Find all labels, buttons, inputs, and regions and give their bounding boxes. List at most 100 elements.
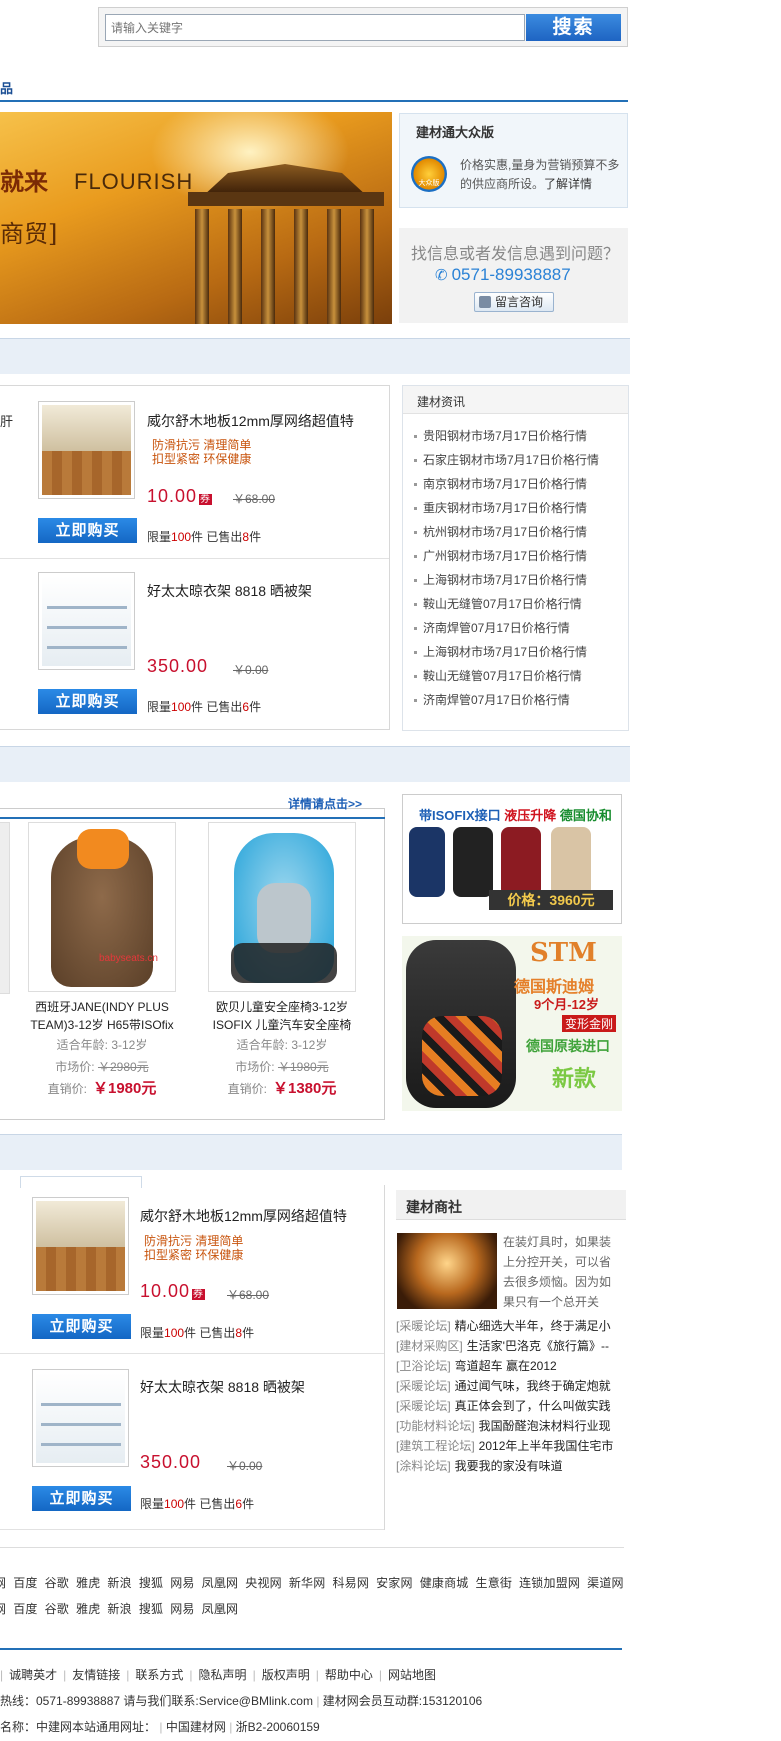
community-thumbnail[interactable] [397,1233,497,1309]
forum-item[interactable]: [采暖论坛] 真正体会到了，什么叫做实践 [396,1396,626,1416]
forum-item[interactable]: [建材采购区] 生活家'巴洛克《旅行篇》-- [396,1336,626,1356]
product-image-rack[interactable] [32,1369,129,1467]
search-button[interactable]: 搜索 [526,14,621,41]
news-item[interactable]: 济南焊管07月17日价格行情 [411,688,626,712]
forum-title[interactable]: 我要我的家没有味道 [455,1459,563,1473]
friend-link[interactable]: 渠道网 [587,1576,624,1590]
forum-item[interactable]: [建筑工程论坛] 2012年上半年我国住宅市 [396,1436,626,1456]
friend-link[interactable]: 百度 [13,1576,37,1590]
friend-link[interactable]: 网易 [170,1576,194,1590]
friend-link[interactable]: 凤凰网 [202,1602,239,1616]
help-panel: 找信息或者发信息遇到问题？ ✆ 0571-89938887 留言咨询 [399,228,628,323]
footer-nav-link[interactable]: 隐私声明 [199,1668,247,1682]
search-input[interactable] [105,14,525,41]
more-details-link[interactable]: 详情请点击>> [288,795,362,812]
product-title[interactable]: 威尔舒木地板12mm厚网络超值特 [147,411,354,431]
forum-title[interactable]: 2012年上半年我国住宅市 [479,1439,614,1453]
forum-title[interactable]: 真正体会到了，什么叫做实践 [455,1399,611,1413]
forum-item[interactable]: [采暖论坛] 通过闻气味，我终于确定炮就 [396,1376,626,1396]
news-item[interactable]: 重庆钢材市场7月17日价格行情 [411,496,626,520]
friend-link[interactable]: 健康商城 [420,1576,469,1590]
buy-now-button[interactable]: 立即购买 [38,689,137,714]
news-item[interactable]: 鞍山无缝管07月17日价格行情 [411,592,626,616]
news-item[interactable]: 石家庄钢材市场7月17日价格行情 [411,448,626,472]
ad-banner-isofix[interactable]: 带ISOFIX接口 液压升降 德国协和 价格：3960元 [402,794,622,924]
friend-link[interactable]: 凤凰网 [202,1576,239,1590]
forum-tag[interactable]: [涂料论坛] [396,1459,451,1473]
friend-link[interactable]: 网 [0,1602,6,1616]
friend-link[interactable]: 搜狐 [139,1576,163,1590]
friend-link[interactable]: 谷歌 [45,1602,69,1616]
news-item[interactable]: 鞍山无缝管07月17日价格行情 [411,664,626,688]
forum-item[interactable]: [卫浴论坛] 弯道超车 赢在2012 [396,1356,626,1376]
consult-button[interactable]: 留言咨询 [474,292,554,312]
seat-image[interactable]: babyseats.cn [28,822,176,992]
news-item[interactable]: 杭州钢材市场7月17日价格行情 [411,520,626,544]
buy-now-button[interactable]: 立即购买 [32,1314,131,1339]
news-item[interactable]: 上海钢材市场7月17日价格行情 [411,640,626,664]
product-title[interactable]: 好太太晾衣架 8818 晒被架 [147,581,312,601]
buy-now-button[interactable]: 立即购买 [38,518,137,543]
friend-link[interactable]: 网易 [170,1602,194,1616]
footer-nav-link[interactable]: 帮助中心 [325,1668,373,1682]
nav-item-products[interactable]: 品 [0,78,13,97]
buy-now-button[interactable]: 立即购买 [32,1486,131,1511]
forum-tag[interactable]: [采暖论坛] [396,1319,451,1333]
seat-image[interactable] [208,822,356,992]
product-image-rack[interactable] [38,572,135,670]
product-title[interactable]: 威尔舒木地板12mm厚网络超值特 [140,1206,347,1226]
forum-tag[interactable]: [建筑工程论坛] [396,1439,475,1453]
forum-tag[interactable]: [功能材料论坛] [396,1419,475,1433]
seat-name[interactable]: 西班牙JANE(INDY PLUS TEAM)3-12岁 H65带ISOfix [22,998,182,1034]
footer-nav-link[interactable]: 网站地图 [388,1668,436,1682]
friend-link[interactable]: 科易网 [332,1576,369,1590]
forum-title[interactable]: 精心细选大半年，终于满足小 [455,1319,611,1333]
footer-nav-link[interactable]: 联系方式 [135,1668,183,1682]
forum-item[interactable]: [功能材料论坛] 我国酚醛泡沫材料行业现 [396,1416,626,1436]
product-image-floor[interactable] [38,401,135,499]
friend-link[interactable]: 连锁加盟网 [519,1576,580,1590]
forum-tag[interactable]: [采暖论坛] [396,1379,451,1393]
forum-tag[interactable]: [卫浴论坛] [396,1359,451,1373]
friend-link[interactable]: 雅虎 [76,1602,100,1616]
product-sold-info: 限量100件 已售出8件 [147,530,262,544]
banner-image[interactable]: 就来 FLOURISH 商贸] [0,112,392,324]
forum-title[interactable]: 通过闻气味，我终于确定炮就 [455,1379,611,1393]
forum-tag[interactable]: [建材采购区] [396,1339,463,1353]
friend-link[interactable]: 搜狐 [139,1602,163,1616]
friend-link[interactable]: 安家网 [376,1576,413,1590]
footer-nav-link[interactable]: 友情链接 [72,1668,120,1682]
friend-link[interactable]: 央视网 [245,1576,282,1590]
forum-title[interactable]: 我国酚醛泡沫材料行业现 [479,1419,611,1433]
news-item[interactable]: 贵阳钢材市场7月17日价格行情 [411,424,626,448]
ad-banner-stm[interactable]: STM 德国斯迪姆 9个月-12岁 变形金刚 德国原装进口 新款 [402,936,622,1111]
seat-card[interactable]: 欧贝儿童安全座椅3-12岁 ISOFIX 儿童汽车安全座椅 适合年龄: 3-12岁… [202,822,362,1100]
seat-card[interactable]: babyseats.cn 西班牙JANE(INDY PLUS TEAM)3-12岁… [22,822,182,1100]
forum-tag[interactable]: [采暖论坛] [396,1399,451,1413]
forum-item[interactable]: [采暖论坛] 精心细选大半年，终于满足小 [396,1316,626,1336]
footer-site-link[interactable]: 中国建材网 [166,1720,226,1734]
news-item[interactable]: 济南焊管07月17日价格行情 [411,616,626,640]
footer-nav-link[interactable]: 版权声明 [262,1668,310,1682]
forum-title[interactable]: 生活家'巴洛克《旅行篇》-- [467,1339,609,1353]
news-item[interactable]: 南京钢材市场7月17日价格行情 [411,472,626,496]
product-image-floor[interactable] [32,1197,129,1295]
friend-link[interactable]: 谷歌 [45,1576,69,1590]
news-item[interactable]: 广州钢材市场7月17日价格行情 [411,544,626,568]
seat-name[interactable]: 欧贝儿童安全座椅3-12岁 ISOFIX 儿童汽车安全座椅 [202,998,362,1034]
friend-link[interactable]: 百度 [13,1602,37,1616]
ad-price: 价格：3960元 [489,890,613,910]
footer-nav-link[interactable]: 诚聘英才 [9,1668,57,1682]
community-intro[interactable]: 在装灯具时，如果装 上分控开关，可以省 去很多烦恼。因为如 果只有一个总开关 [503,1232,623,1312]
friend-link[interactable]: 网 [0,1576,6,1590]
news-item[interactable]: 上海钢材市场7月17日价格行情 [411,568,626,592]
promo-more-link[interactable]: 了解详情 [544,177,592,191]
forum-item[interactable]: [涂料论坛] 我要我的家没有味道 [396,1456,626,1476]
friend-link[interactable]: 生意街 [476,1576,513,1590]
product-title[interactable]: 好太太晾衣架 8818 晒被架 [140,1377,305,1397]
friend-link[interactable]: 新浪 [107,1602,131,1616]
friend-link[interactable]: 雅虎 [76,1576,100,1590]
friend-link[interactable]: 新浪 [107,1576,131,1590]
forum-title[interactable]: 弯道超车 赢在2012 [455,1359,557,1373]
friend-link[interactable]: 新华网 [289,1576,326,1590]
